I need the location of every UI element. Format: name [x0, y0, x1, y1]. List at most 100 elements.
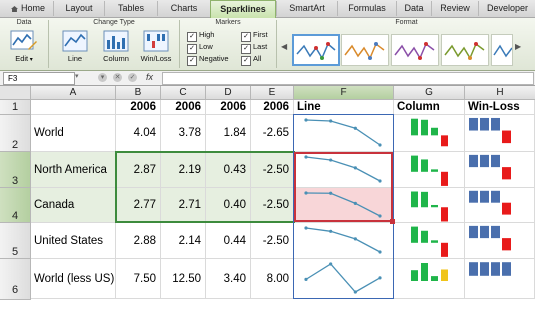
column-sparkline-2-bar-2 [421, 119, 428, 136]
low-checkbox[interactable]: ✓ Low [187, 41, 213, 54]
line-sparkline-3-point-3 [353, 166, 357, 170]
winloss-sparkline-4-bar-4 [502, 202, 511, 215]
line-sparkline-4-point-4 [378, 214, 382, 218]
winloss-sparkline-6-bar-1 [469, 262, 478, 276]
column-sparkline-6-bar-1 [411, 270, 418, 281]
winloss-sparkline-3-bar-4 [502, 167, 511, 180]
line-sparkline-4-point-1 [304, 191, 308, 195]
line-sparkline-6-point-3 [353, 290, 357, 294]
type-column-button[interactable]: Column [98, 30, 134, 68]
tab-smartart[interactable]: SmartArt [276, 1, 337, 16]
sparklines-ribbon: Data Edit ▾ Change Type Line Column Win/ [0, 18, 535, 71]
line-sparkline-6 [305, 263, 381, 293]
style-swatch-1[interactable] [292, 34, 340, 66]
line-sparkline-3-point-2 [329, 158, 333, 162]
column-sparkline-3-bar-3 [431, 169, 438, 172]
group-title-markers: Markers [215, 19, 241, 26]
line-type-icon [62, 30, 88, 52]
style-swatch-5-preview [493, 44, 513, 58]
column-type-icon [103, 30, 129, 52]
line-sparkline-2-point-4 [378, 143, 382, 147]
tab-charts[interactable]: Charts [157, 1, 210, 16]
winloss-sparkline-5-bar-1 [469, 225, 478, 239]
column-sparkline-4-bar-4 [441, 207, 448, 222]
tab-data[interactable]: Data [396, 1, 431, 16]
winloss-sparkline-2-bar-2 [480, 117, 489, 131]
line-sparkline-2-point-1 [304, 118, 308, 122]
column-sparkline-4-bar-3 [431, 204, 438, 208]
line-sparkline-4 [305, 192, 381, 217]
name-box[interactable]: F3 [3, 72, 75, 85]
tab-review[interactable]: Review [431, 1, 478, 16]
column-sparkline-3-bar-2 [421, 159, 428, 172]
function-icon[interactable]: fx [146, 72, 153, 82]
checkmark-icon: ✓ [187, 56, 197, 66]
column-sparkline-6-bar-2 [421, 263, 428, 281]
line-sparkline-6-point-4 [378, 276, 382, 280]
line-sparkline-3 [305, 156, 381, 182]
negative-checkbox[interactable]: ✓ Negative [187, 53, 229, 66]
tab-layout[interactable]: Layout [53, 1, 104, 16]
column-sparkline-4-bar-1 [411, 191, 418, 208]
checkmark-icon: ✓ [241, 56, 251, 66]
tab-home[interactable]: Home [4, 1, 52, 16]
line-sparkline-2-point-2 [329, 119, 333, 123]
edit-button[interactable]: Edit ▾ [6, 30, 42, 68]
tab-developer[interactable]: Developer [478, 1, 535, 16]
first-checkbox[interactable]: ✓ First [241, 29, 268, 42]
winloss-sparkline-6-bar-3 [491, 262, 500, 276]
style-swatch-2-preview [344, 42, 385, 60]
group-title-data: Data [16, 19, 32, 26]
tab-tables[interactable]: Tables [104, 1, 157, 16]
style-swatch-4[interactable] [441, 34, 489, 66]
winloss-type-icon [143, 30, 169, 52]
style-swatch-4-preview [444, 42, 485, 60]
style-swatch-3[interactable] [391, 34, 439, 66]
line-sparkline-5-point-4 [378, 250, 382, 254]
column-sparkline-3-bar-4 [441, 171, 448, 186]
type-winloss-button[interactable]: Win/Loss [136, 30, 176, 68]
line-sparkline-2 [305, 119, 381, 146]
column-sparkline-2-bar-4 [441, 135, 448, 147]
line-sparkline-6-point-2 [329, 262, 333, 266]
more-icon[interactable]: ▾ [98, 73, 107, 82]
home-icon [10, 6, 18, 12]
style-swatch-1-preview [296, 42, 336, 60]
sparklines-layer [304, 117, 511, 294]
winloss-sparkline-5-bar-3 [491, 225, 500, 239]
all-checkbox[interactable]: ✓ All [241, 53, 261, 66]
type-line-button[interactable]: Line [58, 30, 92, 68]
column-sparkline-5-bar-2 [421, 230, 428, 243]
winloss-sparkline-3-bar-2 [480, 154, 489, 168]
gallery-prev-icon[interactable]: ◀ [281, 42, 287, 51]
gallery-next-icon[interactable]: ▶ [515, 42, 521, 51]
winloss-sparkline-4-bar-2 [480, 190, 489, 203]
style-swatch-5[interactable] [491, 34, 513, 66]
winloss-sparkline-5-bar-2 [480, 225, 489, 239]
line-sparkline-5-point-3 [353, 237, 357, 241]
winloss-sparkline-5-bar-4 [502, 238, 511, 251]
column-sparkline-4-bar-2 [421, 191, 428, 208]
line-sparkline-5 [305, 227, 381, 253]
winloss-sparkline-6-bar-2 [480, 262, 489, 276]
formula-bar: F3 ▾ ▾ ✕ ✓ fx [0, 71, 535, 86]
formula-input[interactable] [162, 72, 534, 85]
tab-sparklines[interactable]: Sparklines [210, 0, 276, 18]
confirm-icon[interactable]: ✓ [128, 73, 137, 82]
column-sparkline-6-bar-4 [441, 269, 448, 281]
high-checkbox[interactable]: ✓ High [187, 29, 214, 42]
line-sparkline-5-point-1 [304, 226, 308, 230]
style-swatch-2[interactable] [341, 34, 389, 66]
column-sparkline-5-bar-1 [411, 226, 418, 243]
winloss-sparkline-3-bar-3 [491, 154, 500, 168]
namebox-dropdown-icon[interactable]: ▾ [75, 72, 79, 80]
column-sparkline-3-bar-1 [411, 155, 418, 172]
cancel-icon[interactable]: ✕ [113, 73, 122, 82]
last-checkbox[interactable]: ✓ Last [241, 41, 267, 54]
tab-formulas[interactable]: Formulas [337, 1, 396, 16]
column-sparkline-2-bar-1 [411, 118, 418, 136]
spreadsheet-grid: A B C D E F G H 1 2 3 4 5 6 2006 2006 20… [0, 86, 535, 300]
column-sparkline-6-bar-3 [431, 276, 438, 281]
column-sparkline-2-bar-3 [431, 127, 438, 136]
line-sparkline-5-point-2 [329, 229, 333, 233]
